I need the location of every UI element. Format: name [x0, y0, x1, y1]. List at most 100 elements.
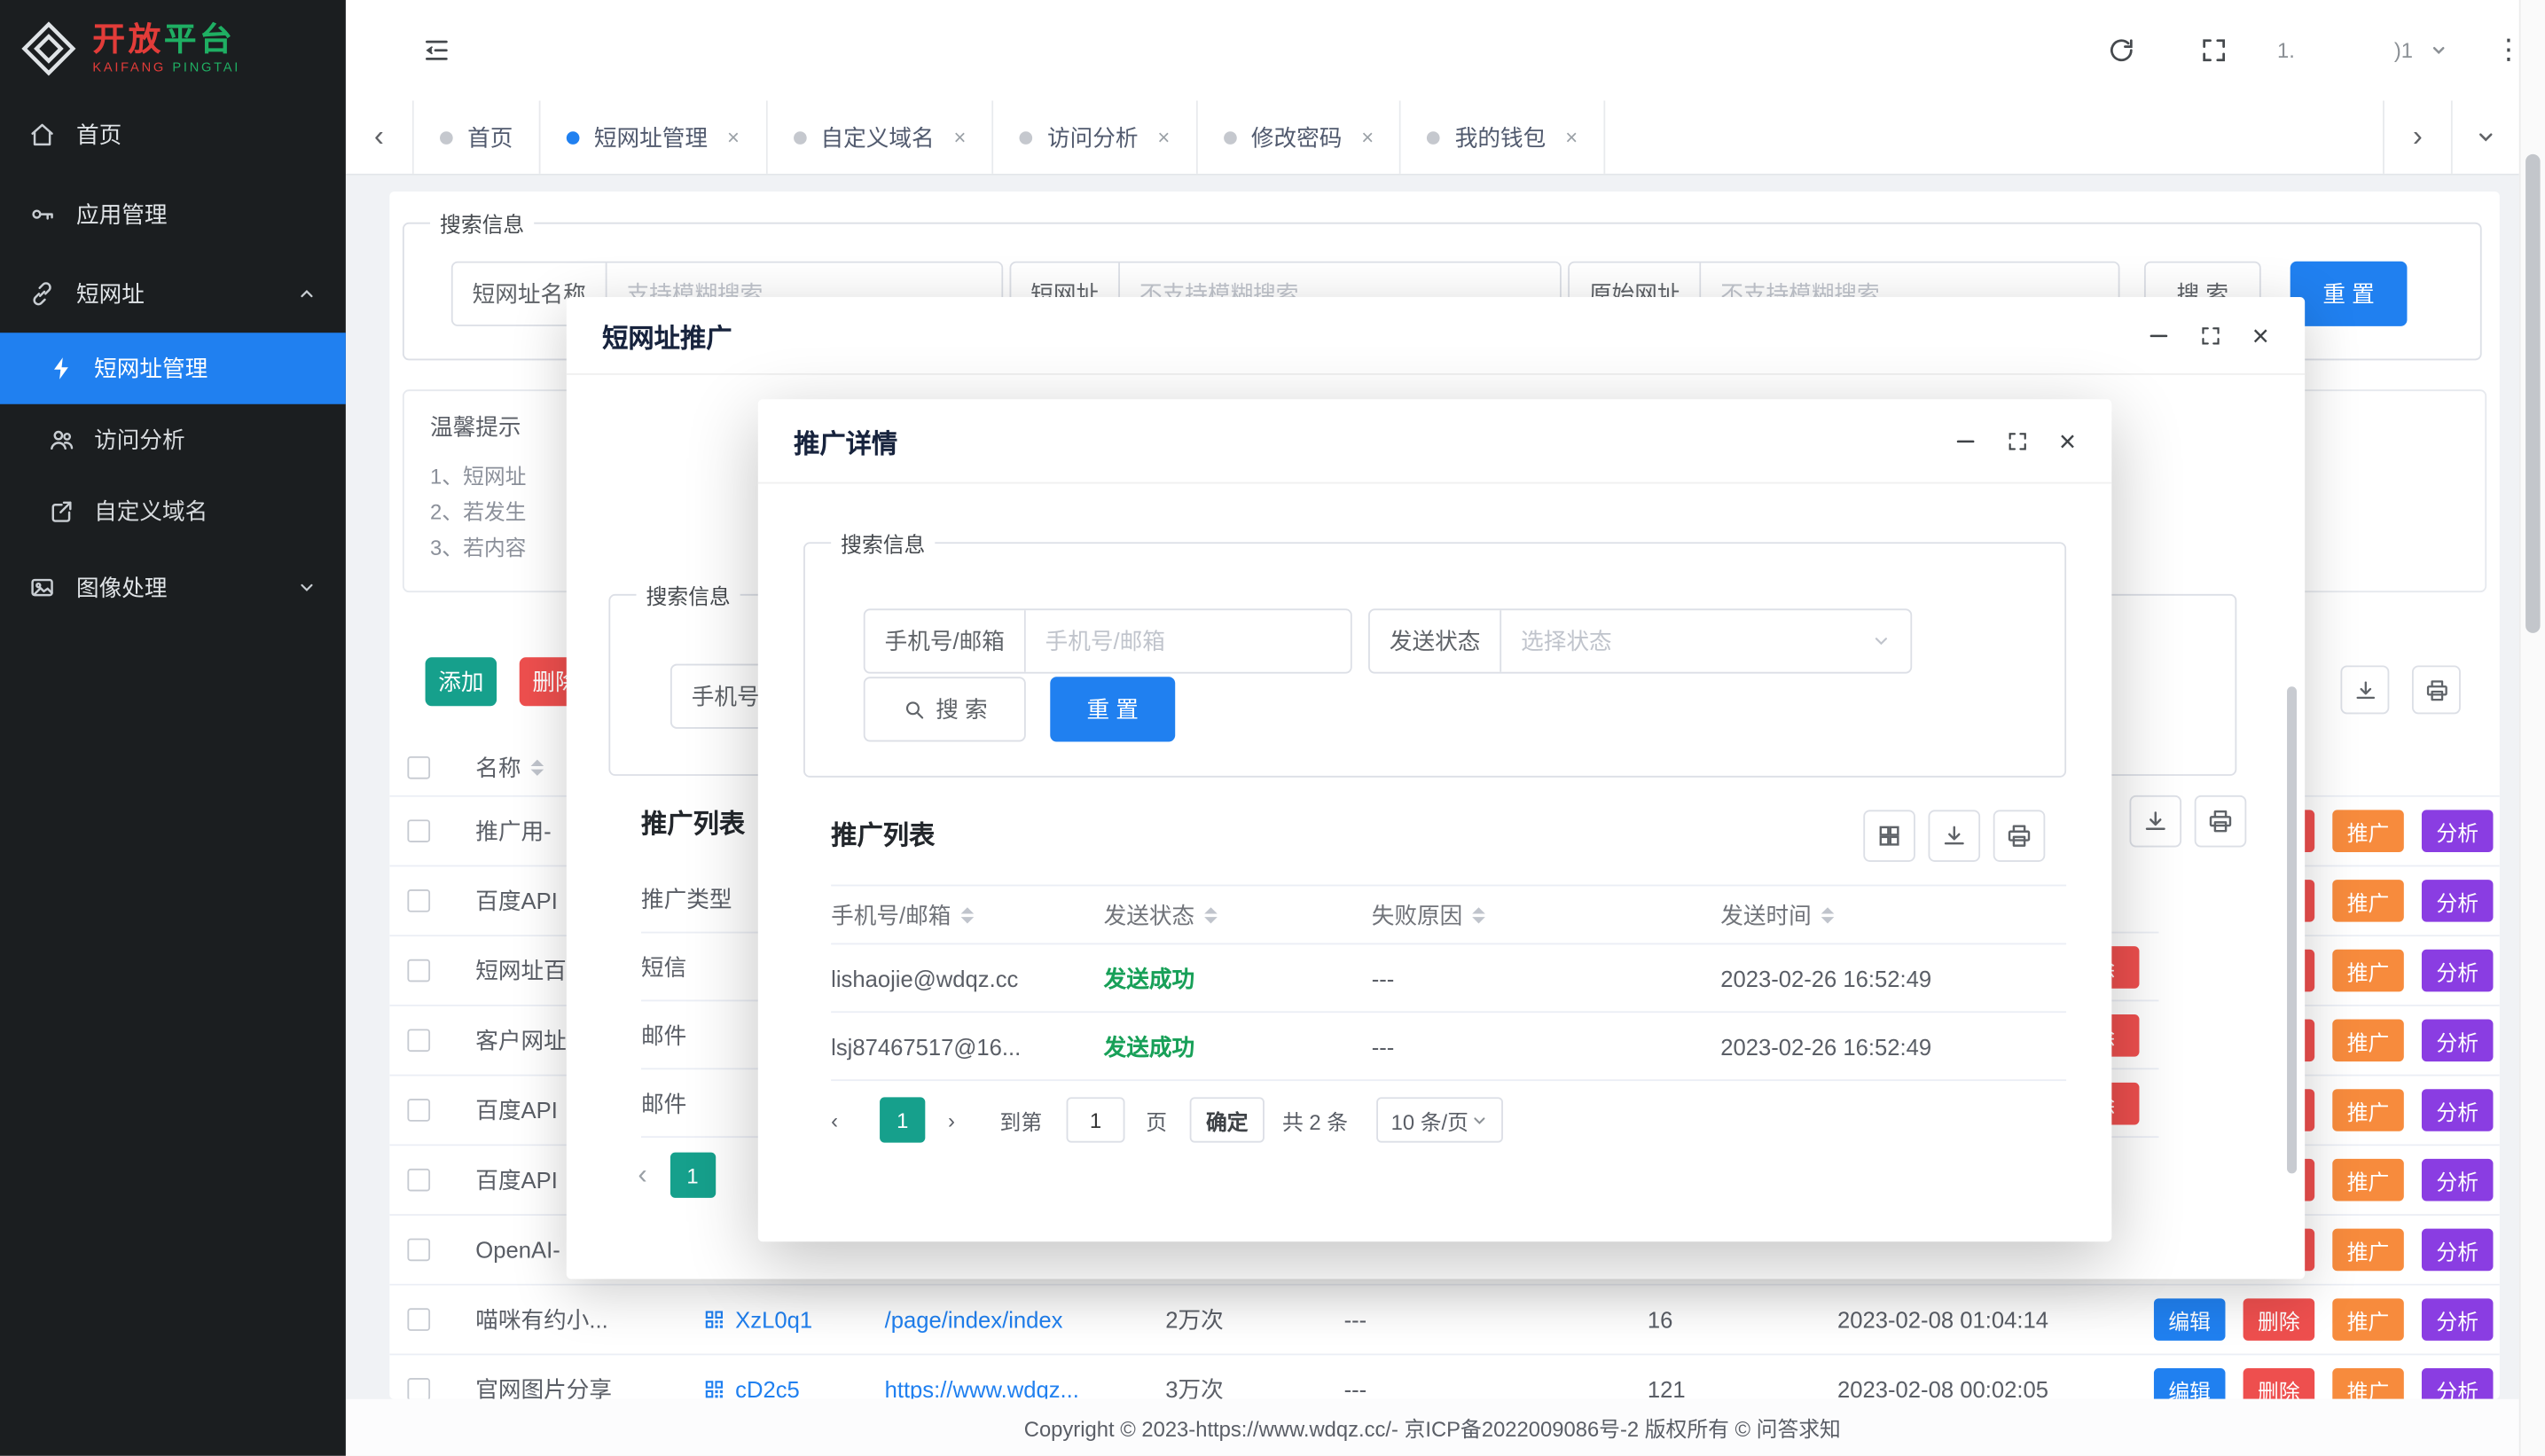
print-button[interactable]: [1993, 810, 2046, 862]
modal-header[interactable]: 推广详情 ×: [758, 399, 2112, 483]
row-path-link[interactable]: https://www.wdqz...: [885, 1355, 1079, 1398]
sidebar-item-visit-analysis[interactable]: 访问分析: [0, 404, 346, 476]
sidebar-item-shorturl-manage[interactable]: 短网址管理: [0, 333, 346, 404]
page-size-select[interactable]: 10 条/页: [1376, 1097, 1503, 1142]
promote-button[interactable]: 推广: [2332, 1368, 2404, 1399]
analyze-button[interactable]: 分析: [2422, 1368, 2494, 1399]
analyze-button[interactable]: 分析: [2422, 1229, 2494, 1272]
confirm-button[interactable]: 确定: [1190, 1097, 1265, 1142]
sidebar-item-home[interactable]: 首页: [0, 94, 346, 174]
sidebar-item-custom-domain[interactable]: 自定义域名: [0, 475, 346, 547]
row-checkbox[interactable]: [407, 1239, 430, 1262]
sort-icon[interactable]: [1821, 900, 1835, 929]
close-button[interactable]: ×: [2059, 429, 2076, 452]
tab-scroll-right[interactable]: ›: [2383, 100, 2451, 173]
promote-button[interactable]: 推广: [2332, 810, 2404, 852]
analyze-button[interactable]: 分析: [2422, 1159, 2494, 1202]
phone-input[interactable]: [1026, 610, 1351, 672]
column-header[interactable]: 失败原因: [1372, 886, 1721, 943]
promote-button[interactable]: 推广: [2332, 1019, 2404, 1061]
row-checkbox[interactable]: [407, 1308, 430, 1331]
page-1-button[interactable]: 1: [880, 1097, 925, 1142]
reset-button[interactable]: 重 置: [1050, 677, 1175, 741]
sort-icon[interactable]: [960, 900, 974, 929]
status-select[interactable]: 选择状态: [1501, 610, 1910, 672]
promote-button[interactable]: 推广: [2332, 950, 2404, 992]
scrollbar-thumb[interactable]: [2525, 154, 2540, 633]
promote-button[interactable]: 推广: [2332, 880, 2404, 922]
close-button[interactable]: ×: [2252, 324, 2269, 347]
export-button[interactable]: [2340, 665, 2389, 714]
sort-icon[interactable]: [1472, 900, 1485, 929]
tab-shorturl-manage[interactable]: 短网址管理 ×: [541, 100, 768, 173]
add-button[interactable]: 添加: [426, 657, 497, 706]
close-icon[interactable]: ×: [1565, 125, 1578, 149]
user-menu-caret[interactable]: [2430, 42, 2447, 59]
row-checkbox[interactable]: [407, 1029, 430, 1052]
minimize-button[interactable]: [2149, 324, 2172, 347]
column-header[interactable]: 发送状态: [1104, 886, 1372, 943]
promote-button[interactable]: 推广: [2332, 1089, 2404, 1131]
tab-list-dropdown[interactable]: [2451, 100, 2519, 173]
edit-button[interactable]: 编辑: [2154, 1368, 2226, 1399]
delete-button[interactable]: 删除: [2244, 1298, 2315, 1341]
export-button[interactable]: [1929, 810, 1981, 862]
analyze-button[interactable]: 分析: [2422, 950, 2494, 992]
export-button[interactable]: [2129, 795, 2181, 848]
row-path-link[interactable]: /page/index/index: [885, 1286, 1063, 1354]
close-icon[interactable]: ×: [954, 125, 967, 149]
promote-button[interactable]: 推广: [2332, 1229, 2404, 1272]
tab-wallet[interactable]: 我的钱包 ×: [1401, 100, 1605, 173]
print-button[interactable]: [2195, 795, 2247, 848]
print-button[interactable]: [2412, 665, 2461, 714]
fullscreen-button[interactable]: [2199, 35, 2228, 65]
row-code-link[interactable]: XzL0q1: [703, 1286, 813, 1354]
tab-visit-analysis[interactable]: 访问分析 ×: [994, 100, 1198, 173]
row-checkbox[interactable]: [407, 1099, 430, 1122]
row-checkbox[interactable]: [407, 889, 430, 912]
tab-scroll-left[interactable]: ‹: [346, 100, 414, 173]
next-page-button[interactable]: ›: [948, 1097, 955, 1142]
tab-custom-domain[interactable]: 自定义域名 ×: [767, 100, 994, 173]
sidebar-item-image-processing[interactable]: 图像处理: [0, 547, 346, 627]
analyze-button[interactable]: 分析: [2422, 1019, 2494, 1061]
analyze-button[interactable]: 分析: [2422, 880, 2494, 922]
minimize-button[interactable]: [1955, 429, 1978, 452]
promote-button[interactable]: 推广: [2332, 1159, 2404, 1202]
maximize-button[interactable]: [2200, 324, 2223, 347]
row-checkbox[interactable]: [407, 1169, 430, 1192]
row-checkbox[interactable]: [407, 959, 430, 982]
row-code-link[interactable]: cD2c5: [703, 1355, 800, 1398]
edit-button[interactable]: 编辑: [2154, 1298, 2226, 1341]
close-icon[interactable]: ×: [727, 125, 740, 149]
sort-icon[interactable]: [1204, 900, 1218, 929]
delete-button[interactable]: 删除: [2244, 1368, 2315, 1399]
tab-home[interactable]: 首页: [414, 100, 541, 173]
modal-scrollbar-thumb[interactable]: [2287, 686, 2297, 1173]
maximize-button[interactable]: [2007, 429, 2030, 452]
sort-icon[interactable]: [531, 752, 544, 781]
analyze-button[interactable]: 分析: [2422, 1089, 2494, 1131]
select-all-checkbox[interactable]: [407, 755, 430, 779]
collapse-sidebar-button[interactable]: [422, 35, 451, 65]
close-icon[interactable]: ×: [1157, 125, 1170, 149]
row-checkbox[interactable]: [407, 819, 430, 842]
reset-button[interactable]: 重 置: [2290, 262, 2408, 326]
page-scrollbar[interactable]: [2519, 0, 2545, 1456]
sidebar-item-apps[interactable]: 应用管理: [0, 174, 346, 254]
analyze-button[interactable]: 分析: [2422, 1298, 2494, 1341]
search-button[interactable]: 搜 索: [864, 677, 1026, 741]
modal-header[interactable]: 短网址推广 ×: [567, 297, 2305, 375]
more-menu-button[interactable]: ⋮: [2494, 34, 2522, 67]
column-header[interactable]: 发送时间: [1720, 886, 2066, 943]
row-checkbox[interactable]: [407, 1378, 430, 1399]
analyze-button[interactable]: 分析: [2422, 810, 2494, 852]
page-1-button[interactable]: 1: [670, 1153, 715, 1198]
promote-button[interactable]: 推广: [2332, 1298, 2404, 1341]
sidebar-item-shorturl[interactable]: 短网址: [0, 254, 346, 333]
prev-page-button[interactable]: ‹: [831, 1097, 838, 1142]
refresh-button[interactable]: [2107, 35, 2136, 65]
prev-page-button[interactable]: ‹: [638, 1159, 646, 1192]
columns-button[interactable]: [1863, 810, 1915, 862]
close-icon[interactable]: ×: [1361, 125, 1374, 149]
